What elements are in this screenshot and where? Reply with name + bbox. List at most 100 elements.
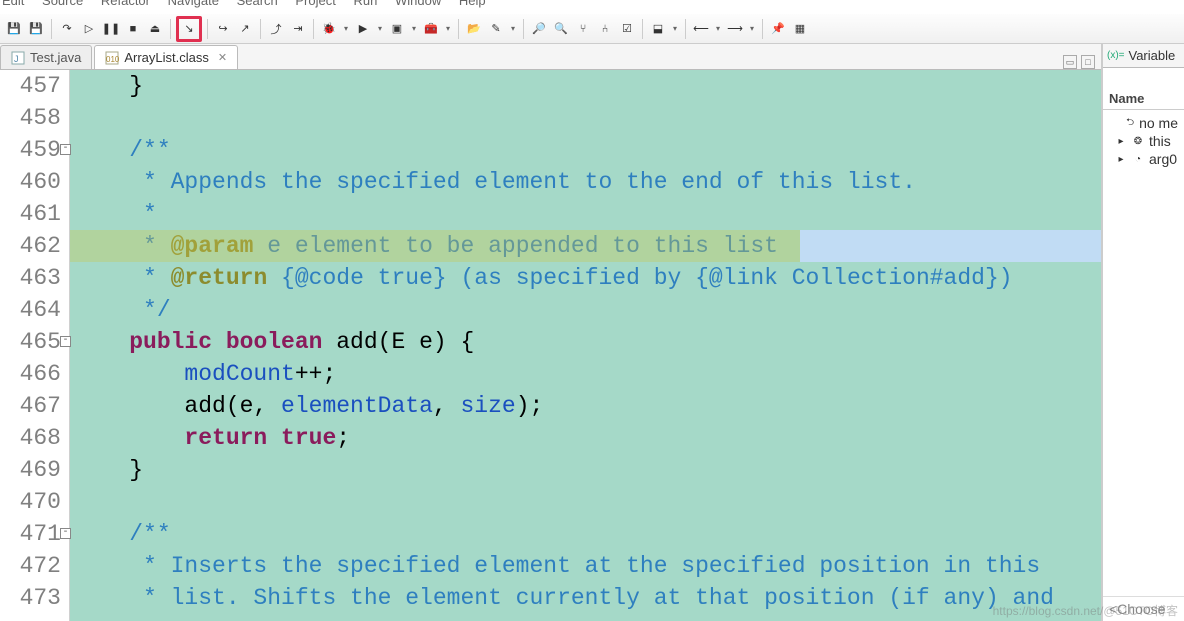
code-line[interactable]: /** [74, 518, 1101, 550]
pin-icon[interactable]: 📌 [768, 19, 788, 39]
menu-item[interactable]: Project [295, 0, 335, 8]
maximize-view-icon[interactable]: □ [1081, 55, 1095, 69]
ext-tools-icon[interactable]: 🧰 [421, 19, 441, 39]
variable-row[interactable]: ⮌no me [1103, 114, 1184, 132]
code-line[interactable]: * @param e element to be appended to thi… [74, 230, 1101, 262]
search-icon[interactable]: 🔍 [551, 19, 571, 39]
variable-row[interactable]: ▸◔arg0 [1103, 150, 1184, 168]
open-type-icon[interactable]: 🔎 [529, 19, 549, 39]
skip-breakpoints-icon[interactable]: ↷ [57, 19, 77, 39]
menu-item[interactable]: Help [459, 0, 486, 8]
menu-item[interactable]: Search [237, 0, 278, 8]
code-line[interactable] [74, 486, 1101, 518]
step-return-bp-icon[interactable]: ⤴ [266, 19, 286, 39]
expand-icon[interactable]: ▸ [1115, 153, 1127, 165]
variables-rows: ⮌no me▸❂this▸◔arg0 [1103, 110, 1184, 596]
ann2-icon[interactable]: ⑃ [595, 19, 615, 39]
new-pkg-icon[interactable]: 📂 [464, 19, 484, 39]
minimize-view-icon[interactable]: ▭ [1063, 55, 1077, 69]
variable-name: arg0 [1149, 151, 1177, 167]
save-icon[interactable]: 💾 [4, 19, 24, 39]
save-all-icon[interactable]: 💾 [26, 19, 46, 39]
back-icon[interactable]: ⟵ [691, 19, 711, 39]
disconnect-icon[interactable]: ⏏ [145, 19, 165, 39]
code-line[interactable]: * [74, 198, 1101, 230]
main-toolbar: 💾💾↷▷❚❚■⏏↘↪↗⤴⇥🐞▾▶▾▣▾🧰▾📂✎▾🔎🔍⑂⑃☑⬓▾⟵▾⟶▾📌▦ [0, 14, 1184, 44]
forward-icon[interactable]: ⟶ [725, 19, 745, 39]
code-line[interactable]: public boolean add(E e) { [74, 326, 1101, 358]
new-class-icon[interactable]: ✎ [486, 19, 506, 39]
stop-icon[interactable]: ■ [123, 19, 143, 39]
code-line[interactable]: modCount++; [74, 358, 1101, 390]
variables-column-header[interactable]: Name [1103, 88, 1184, 110]
toolbar-separator [762, 19, 763, 39]
code-line[interactable]: /** [74, 134, 1101, 166]
expand-icon[interactable] [1115, 117, 1121, 129]
expand-icon[interactable]: ▸ [1115, 135, 1127, 147]
dropdown-arrow-icon[interactable]: ▾ [409, 24, 419, 33]
dropdown-arrow-icon[interactable]: ▾ [670, 24, 680, 33]
editor-tab-arraylist[interactable]: 010 ArrayList.class ✕ [94, 45, 238, 69]
dropdown-arrow-icon[interactable]: ▾ [375, 24, 385, 33]
workspace: J Test.java 010 ArrayList.class ✕ ▭ □ 45… [0, 44, 1184, 621]
line-number: 471 [0, 518, 61, 550]
line-number: 457 [0, 70, 61, 102]
pause-icon[interactable]: ❚❚ [101, 19, 121, 39]
svg-text:010: 010 [106, 55, 119, 64]
code-line[interactable]: * Appends the specified element to the e… [74, 166, 1101, 198]
this-icon: ❂ [1132, 135, 1144, 147]
line-number: 467 [0, 390, 61, 422]
step-out-icon[interactable]: ↗ [235, 19, 255, 39]
toolbar-separator [642, 19, 643, 39]
menu-item[interactable]: Source [42, 0, 83, 8]
variables-tab[interactable]: (x)= Variable [1103, 44, 1184, 68]
toolbar-separator [313, 19, 314, 39]
menu-item[interactable]: Window [395, 0, 441, 8]
coverage-icon[interactable]: ▣ [387, 19, 407, 39]
dropdown-arrow-icon[interactable]: ▾ [508, 24, 518, 33]
menu-item[interactable]: Run [353, 0, 377, 8]
menu-bar: Edit Source Refactor Navigate Search Pro… [0, 0, 1184, 14]
step-into-icon[interactable]: ↘ [176, 16, 202, 42]
toolbar-separator [207, 19, 208, 39]
toolbar-separator [523, 19, 524, 39]
code-line[interactable]: } [74, 454, 1101, 486]
variable-row[interactable]: ▸❂this [1103, 132, 1184, 150]
dropdown-arrow-icon[interactable]: ▾ [713, 24, 723, 33]
bug-icon[interactable]: 🐞 [319, 19, 339, 39]
code-line[interactable]: * Inserts the specified element at the s… [74, 550, 1101, 582]
resume-icon[interactable]: ▷ [79, 19, 99, 39]
code-line[interactable] [74, 102, 1101, 134]
task-icon[interactable]: ☑ [617, 19, 637, 39]
nav-drop-icon[interactable]: ⬓ [648, 19, 668, 39]
dropdown-arrow-icon[interactable]: ▾ [341, 24, 351, 33]
code-line[interactable]: add(e, elementData, size); [74, 390, 1101, 422]
code-line[interactable]: return true; [74, 422, 1101, 454]
menu-item[interactable]: Refactor [101, 0, 150, 8]
ann1-icon[interactable]: ⑂ [573, 19, 593, 39]
menu-item[interactable]: Navigate [168, 0, 219, 8]
code-editor[interactable]: 4574584594604614624634644654664674684694… [0, 70, 1101, 621]
line-number: 465 [0, 326, 61, 358]
editor-tabbar: J Test.java 010 ArrayList.class ✕ ▭ □ [0, 44, 1101, 70]
svg-text:J: J [14, 54, 19, 64]
step-over-icon[interactable]: ↪ [213, 19, 233, 39]
run-icon[interactable]: ▶ [353, 19, 373, 39]
code-line[interactable]: */ [74, 294, 1101, 326]
choose-expression[interactable]: <Choose [1103, 596, 1184, 621]
code-line[interactable]: * list. Shifts the element currently at … [74, 582, 1101, 614]
dropdown-arrow-icon[interactable]: ▾ [443, 24, 453, 33]
close-icon[interactable]: ✕ [218, 51, 227, 64]
code-line[interactable]: * @return {@code true} (as specified by … [74, 262, 1101, 294]
code-body[interactable]: } /** * Appends the specified element to… [70, 70, 1101, 621]
dropdown-arrow-icon[interactable]: ▾ [747, 24, 757, 33]
editor-tab-test[interactable]: J Test.java [0, 45, 92, 69]
menu-item[interactable]: Edit [2, 0, 24, 8]
run-to-line-icon[interactable]: ⇥ [288, 19, 308, 39]
code-line[interactable]: } [74, 70, 1101, 102]
tab-controls: ▭ □ [1063, 55, 1101, 69]
line-number: 458 [0, 102, 61, 134]
java-file-icon: J [11, 51, 25, 65]
perspective-icon[interactable]: ▦ [790, 19, 810, 39]
toolbar-separator [170, 19, 171, 39]
